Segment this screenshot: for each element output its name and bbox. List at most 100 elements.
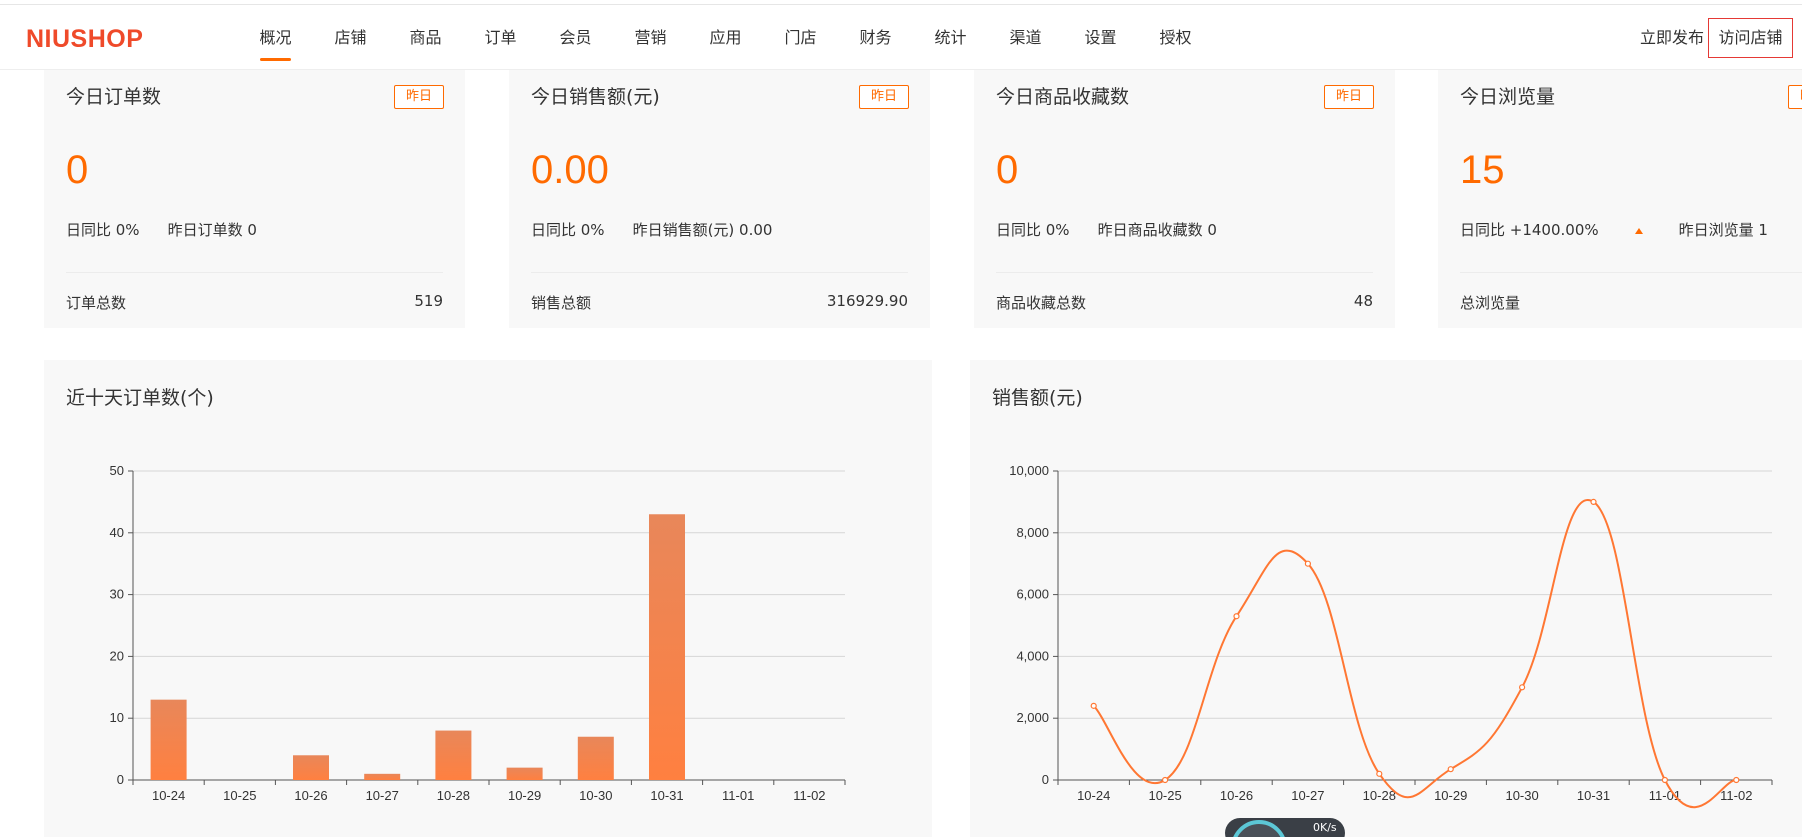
bar-10-27[interactable] bbox=[364, 773, 401, 780]
card-total-label: 总浏览量 bbox=[1460, 294, 1521, 312]
bar-10-30[interactable] bbox=[577, 736, 614, 780]
bar-10-28[interactable] bbox=[435, 730, 472, 780]
card-total-label: 订单总数 bbox=[66, 294, 127, 312]
top-navigation-bar: NIUSHOP 概况 店铺 商品 订单 会员 营销 应用 门店 财务 统计 渠道 设置 授权 立即发布 … bbox=[0, 4, 1802, 70]
x-tick-label: 10-24 bbox=[152, 788, 185, 803]
card-value: 0 bbox=[66, 148, 89, 192]
yesterday-value: 昨日订单数 0 bbox=[167, 221, 257, 239]
day-over-day: 日同比 0% bbox=[531, 221, 605, 239]
day-over-day: 日同比 0% bbox=[66, 221, 140, 239]
nav-item-4[interactable]: 会员 bbox=[538, 5, 613, 71]
bar-10-31[interactable] bbox=[649, 514, 685, 780]
y-tick-label: 10,000 bbox=[1009, 463, 1049, 478]
x-tick-label: 10-28 bbox=[1363, 788, 1396, 803]
nav-item-2[interactable]: 商品 bbox=[388, 5, 463, 71]
y-tick-label: 0 bbox=[1042, 772, 1049, 787]
bar-10-29[interactable] bbox=[506, 767, 543, 780]
point-11-01[interactable] bbox=[1661, 776, 1669, 784]
nav-item-9[interactable]: 统计 bbox=[913, 5, 988, 71]
publish-now-link[interactable]: 立即发布 bbox=[1640, 5, 1704, 71]
card-title: 今日销售额(元) bbox=[531, 86, 660, 108]
yesterday-button[interactable]: 昨日 bbox=[394, 85, 444, 109]
yesterday-button[interactable]: 昨日 bbox=[859, 85, 909, 109]
nav-item-7[interactable]: 门店 bbox=[763, 5, 838, 71]
x-tick-label: 11-02 bbox=[793, 788, 825, 803]
y-tick-label: 10 bbox=[110, 710, 124, 725]
stat-card-1: 今日销售额(元) 昨日 0.00 日同比 0% 昨日销售额(元) 0.00 销售总额 316… bbox=[509, 70, 930, 328]
bar-10-24[interactable] bbox=[150, 699, 187, 780]
card-compare-row: 日同比 0% 昨日商品收藏数 0 bbox=[996, 219, 1245, 240]
nav-item-3[interactable]: 订单 bbox=[463, 5, 538, 71]
card-value: 0 bbox=[996, 148, 1019, 192]
nav-item-6[interactable]: 应用 bbox=[688, 5, 763, 71]
point-10-31[interactable] bbox=[1590, 498, 1597, 505]
yesterday-value: 昨日商品收藏数 0 bbox=[1097, 221, 1217, 239]
x-tick-label: 10-31 bbox=[650, 788, 683, 803]
card-total-value: 519 bbox=[414, 292, 443, 310]
point-10-30[interactable] bbox=[1518, 684, 1526, 691]
speed-text: 0K/s bbox=[1313, 821, 1337, 834]
card-divider bbox=[996, 272, 1373, 273]
nav-item-8[interactable]: 财务 bbox=[838, 5, 913, 71]
stat-card-2: 今日商品收藏数 昨日 0 日同比 0% 昨日商品收藏数 0 商品收藏总数 48 bbox=[974, 70, 1395, 328]
card-title: 今日商品收藏数 bbox=[996, 86, 1130, 108]
y-tick-label: 50 bbox=[110, 463, 124, 478]
yesterday-value: 昨日销售额(元) 0.00 bbox=[632, 221, 773, 239]
card-value: 0.00 bbox=[531, 148, 609, 192]
card-compare-row: 日同比 +1400.00% 昨日浏览量 1 bbox=[1460, 219, 1796, 240]
nav-item-0[interactable]: 概况 bbox=[238, 5, 313, 71]
yesterday-value: 昨日浏览量 1 bbox=[1678, 221, 1768, 239]
trend-up-icon bbox=[1634, 227, 1643, 234]
y-tick-label: 30 bbox=[110, 587, 124, 602]
x-tick-label: 10-30 bbox=[579, 788, 612, 803]
niushop-logo[interactable]: NIUSHOP bbox=[26, 21, 156, 55]
point-10-26[interactable] bbox=[1233, 613, 1240, 620]
speed-ring-icon bbox=[1231, 820, 1287, 837]
x-tick-label: 11-02 bbox=[1720, 788, 1752, 803]
main-nav: 概况 店铺 商品 订单 会员 营销 应用 门店 财务 统计 渠道 设置 授权 bbox=[238, 5, 1213, 71]
y-tick-label: 0 bbox=[117, 772, 124, 787]
point-11-02[interactable] bbox=[1733, 776, 1740, 784]
nav-item-11[interactable]: 设置 bbox=[1063, 5, 1138, 71]
nav-item-10[interactable]: 渠道 bbox=[988, 5, 1063, 71]
y-tick-label: 2,000 bbox=[1016, 710, 1049, 725]
yesterday-button[interactable]: 昨日 bbox=[1788, 85, 1802, 109]
x-tick-label: 10-30 bbox=[1505, 788, 1538, 803]
y-tick-label: 8,000 bbox=[1016, 525, 1049, 540]
nav-item-1[interactable]: 店铺 bbox=[313, 5, 388, 71]
point-10-27[interactable] bbox=[1304, 560, 1311, 567]
card-divider bbox=[531, 272, 908, 273]
y-tick-label: 20 bbox=[110, 648, 124, 663]
yesterday-button[interactable]: 昨日 bbox=[1324, 85, 1374, 109]
card-total-value: 48 bbox=[1353, 292, 1373, 310]
stat-card-0: 今日订单数 昨日 0 日同比 0% 昨日订单数 0 订单总数 519 bbox=[44, 70, 465, 328]
bar-10-26[interactable] bbox=[293, 755, 329, 780]
sales-chart-panel: 销售额(元) 0 2,000 4,000 6,000 8,000 10,000 10-24 1… bbox=[970, 360, 1802, 837]
x-tick-label: 10-29 bbox=[508, 788, 541, 803]
nav-item-5[interactable]: 营销 bbox=[613, 5, 688, 71]
x-tick-label: 10-31 bbox=[1577, 788, 1610, 803]
visit-store-button[interactable]: 访问店铺 bbox=[1708, 18, 1793, 58]
point-10-28[interactable] bbox=[1376, 770, 1383, 777]
card-divider bbox=[66, 272, 443, 273]
x-tick-label: 10-25 bbox=[1148, 788, 1181, 803]
x-tick-label: 10-27 bbox=[366, 788, 399, 803]
x-tick-label: 11-01 bbox=[1649, 788, 1681, 803]
x-tick-label: 10-29 bbox=[1434, 788, 1467, 803]
point-10-29[interactable] bbox=[1447, 766, 1454, 773]
card-compare-row: 日同比 0% 昨日订单数 0 bbox=[66, 219, 285, 240]
card-title: 今日浏览量 bbox=[1460, 86, 1556, 108]
y-tick-label: 4,000 bbox=[1016, 648, 1049, 663]
card-total-label: 商品收藏总数 bbox=[996, 294, 1087, 312]
sales-series-line bbox=[1092, 499, 1737, 809]
network-speed-widget[interactable]: 0K/s bbox=[1225, 818, 1345, 837]
point-10-24[interactable] bbox=[1090, 702, 1097, 709]
card-total-value: 316929.90 bbox=[826, 292, 908, 310]
point-10-25[interactable] bbox=[1162, 776, 1169, 784]
day-over-day: 日同比 0% bbox=[996, 221, 1070, 239]
day-over-day: 日同比 +1400.00% bbox=[1460, 221, 1599, 239]
card-value: 15 bbox=[1460, 148, 1505, 192]
nav-item-12[interactable]: 授权 bbox=[1138, 5, 1213, 71]
x-tick-label: 10-28 bbox=[437, 788, 470, 803]
order-count-chart-panel: 近十天订单数(个) 0 10 20 30 40 50 10-24 10-25 10-26 10-2… bbox=[44, 360, 932, 837]
